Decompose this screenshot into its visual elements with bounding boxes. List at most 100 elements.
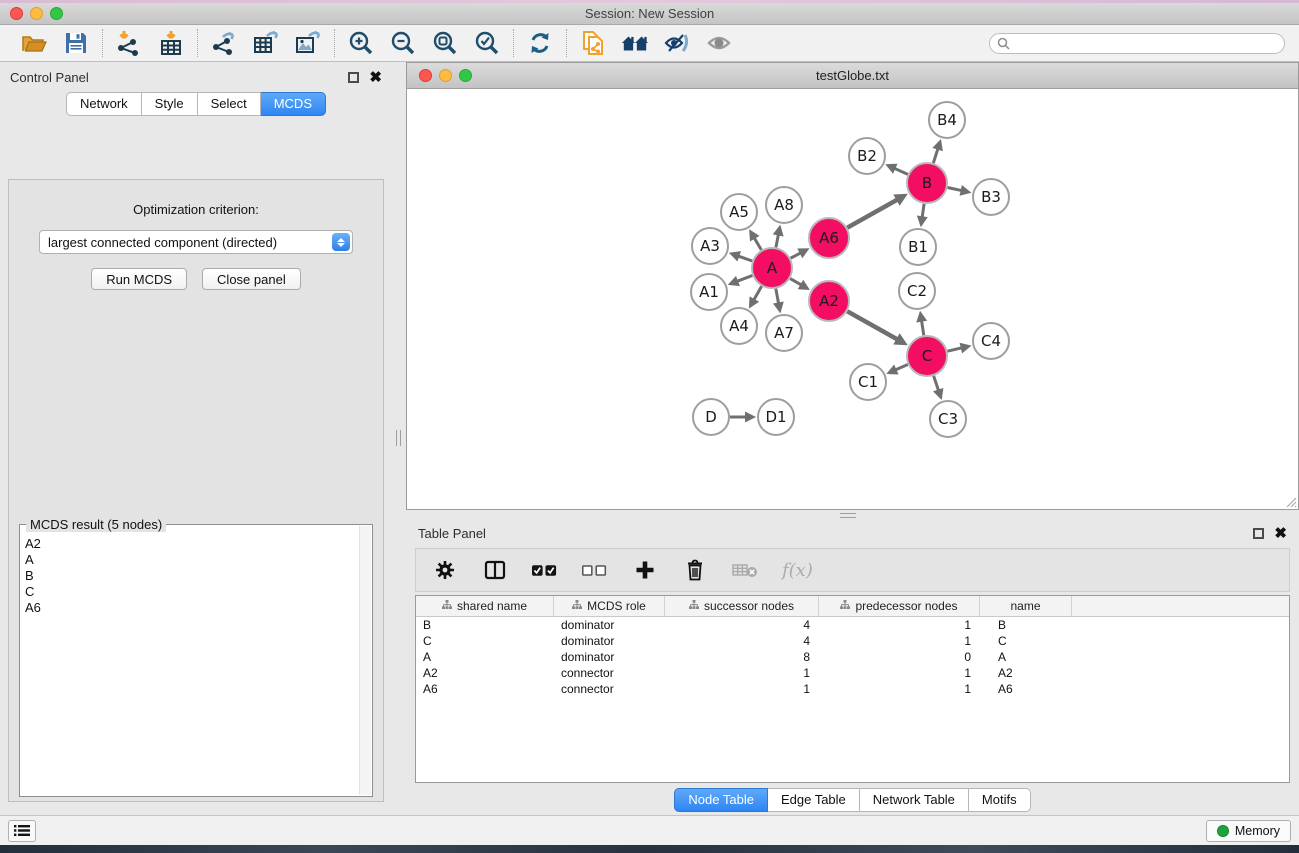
cell-shared-name[interactable]: C xyxy=(416,634,554,648)
cell-MCDS-role[interactable]: dominator xyxy=(554,650,665,664)
task-history-button[interactable] xyxy=(8,820,36,842)
cell-name[interactable]: B xyxy=(980,618,1072,632)
network-canvas[interactable]: B4B2BB3A5A8A6A3B1AA1C2A2A4A7C4CC1C3DD1 xyxy=(407,89,1298,509)
zoom-selected-icon[interactable] xyxy=(473,29,501,57)
panel-splitter-horizontal[interactable] xyxy=(406,510,1299,520)
search-input[interactable] xyxy=(1010,36,1284,50)
column-header-name[interactable]: name xyxy=(980,596,1072,616)
cell-name[interactable]: A xyxy=(980,650,1072,664)
cell-successor-nodes[interactable]: 4 xyxy=(665,618,819,632)
result-item[interactable]: C xyxy=(25,584,359,600)
float-panel-icon[interactable] xyxy=(348,72,359,83)
export-image-icon[interactable] xyxy=(294,29,322,57)
delete-column-icon[interactable] xyxy=(682,557,708,583)
save-session-icon[interactable] xyxy=(62,29,90,57)
cell-successor-nodes[interactable]: 1 xyxy=(665,682,819,696)
column-header-successor-nodes[interactable]: successor nodes xyxy=(665,596,819,616)
graph-edge[interactable] xyxy=(933,149,938,163)
unselect-all-icon[interactable] xyxy=(582,557,608,583)
table-row[interactable]: Cdominator41C xyxy=(416,633,1289,649)
function-builder-icon[interactable]: f(x) xyxy=(782,560,813,581)
home-icon[interactable] xyxy=(621,29,649,57)
cell-shared-name[interactable]: A xyxy=(416,650,554,664)
splitter-handle[interactable] xyxy=(840,513,856,518)
refresh-icon[interactable] xyxy=(526,29,554,57)
cell-MCDS-role[interactable]: connector xyxy=(554,682,665,696)
graph-edge[interactable] xyxy=(934,376,939,391)
table-row[interactable]: A6connector11A6 xyxy=(416,681,1289,697)
result-item[interactable]: B xyxy=(25,568,359,584)
close-panel-icon[interactable]: ✖ xyxy=(1274,528,1287,539)
result-item[interactable]: A6 xyxy=(25,600,359,616)
cell-predecessor-nodes[interactable]: 1 xyxy=(819,682,980,696)
select-all-icon[interactable] xyxy=(532,557,558,583)
cell-predecessor-nodes[interactable]: 1 xyxy=(819,666,980,680)
graph-edge[interactable] xyxy=(776,289,779,304)
cell-name[interactable]: A6 xyxy=(980,682,1072,696)
graph-edge[interactable] xyxy=(894,168,907,174)
graph-edge[interactable] xyxy=(847,200,897,228)
cell-MCDS-role[interactable]: dominator xyxy=(554,618,665,632)
import-network-icon[interactable] xyxy=(115,29,143,57)
graph-edge[interactable] xyxy=(738,256,752,261)
graph-edge[interactable] xyxy=(790,279,801,285)
graph-edge[interactable] xyxy=(754,238,761,250)
open-session-icon[interactable] xyxy=(20,29,48,57)
cell-MCDS-role[interactable]: connector xyxy=(554,666,665,680)
tab-motifs[interactable]: Motifs xyxy=(969,788,1031,812)
duplicate-network-icon[interactable] xyxy=(579,29,607,57)
graph-edge[interactable] xyxy=(895,364,907,369)
cell-name[interactable]: C xyxy=(980,634,1072,648)
zoom-out-icon[interactable] xyxy=(389,29,417,57)
column-header-MCDS-role[interactable]: MCDS role xyxy=(554,596,665,616)
search-field[interactable] xyxy=(989,33,1285,54)
memory-button[interactable]: Memory xyxy=(1206,820,1291,842)
tab-style[interactable]: Style xyxy=(142,92,198,116)
close-panel-button[interactable]: Close panel xyxy=(202,268,301,290)
result-item[interactable]: A xyxy=(25,552,359,568)
table-row[interactable]: A2connector11A2 xyxy=(416,665,1289,681)
graph-edge[interactable] xyxy=(776,234,778,247)
export-network-icon[interactable] xyxy=(210,29,238,57)
criterion-dropdown[interactable]: largest connected component (directed) xyxy=(39,230,353,254)
graph-edge[interactable] xyxy=(948,187,962,190)
cell-predecessor-nodes[interactable]: 0 xyxy=(819,650,980,664)
show-graphics-details-icon[interactable] xyxy=(705,29,733,57)
column-header-shared-name[interactable]: shared name xyxy=(416,596,554,616)
run-mcds-button[interactable]: Run MCDS xyxy=(91,268,187,290)
tab-mcds[interactable]: MCDS xyxy=(261,92,326,116)
cell-MCDS-role[interactable]: dominator xyxy=(554,634,665,648)
table-settings-icon[interactable] xyxy=(432,557,458,583)
zoom-in-icon[interactable] xyxy=(347,29,375,57)
cell-predecessor-nodes[interactable]: 1 xyxy=(819,634,980,648)
node-table[interactable]: shared nameMCDS rolesuccessor nodesprede… xyxy=(415,595,1290,783)
panel-splitter-vertical[interactable] xyxy=(392,62,406,815)
cell-shared-name[interactable]: A6 xyxy=(416,682,554,696)
float-panel-icon[interactable] xyxy=(1253,528,1264,539)
hide-graphics-details-icon[interactable] xyxy=(663,29,691,57)
cell-shared-name[interactable]: B xyxy=(416,618,554,632)
cell-successor-nodes[interactable]: 8 xyxy=(665,650,819,664)
graph-edge[interactable] xyxy=(922,204,924,217)
delete-table-icon[interactable] xyxy=(732,557,758,583)
zoom-fit-icon[interactable] xyxy=(431,29,459,57)
tab-network-table[interactable]: Network Table xyxy=(860,788,969,812)
tab-node-table[interactable]: Node Table xyxy=(674,788,768,812)
graph-edge[interactable] xyxy=(947,348,961,351)
cell-name[interactable]: A2 xyxy=(980,666,1072,680)
result-scrollbar[interactable] xyxy=(359,526,371,795)
cell-shared-name[interactable]: A2 xyxy=(416,666,554,680)
table-row[interactable]: Bdominator41B xyxy=(416,617,1289,633)
cell-successor-nodes[interactable]: 1 xyxy=(665,666,819,680)
splitter-handle[interactable] xyxy=(396,430,401,446)
import-table-icon[interactable] xyxy=(157,29,185,57)
export-table-icon[interactable] xyxy=(252,29,280,57)
graph-edge[interactable] xyxy=(922,321,924,336)
tab-edge-table[interactable]: Edge Table xyxy=(768,788,860,812)
network-window-titlebar[interactable]: testGlobe.txt xyxy=(407,63,1298,89)
result-item[interactable]: A2 xyxy=(25,536,359,552)
table-row[interactable]: Adominator80A xyxy=(416,649,1289,665)
tab-network[interactable]: Network xyxy=(66,92,142,116)
cell-predecessor-nodes[interactable]: 1 xyxy=(819,618,980,632)
add-column-icon[interactable] xyxy=(632,557,658,583)
